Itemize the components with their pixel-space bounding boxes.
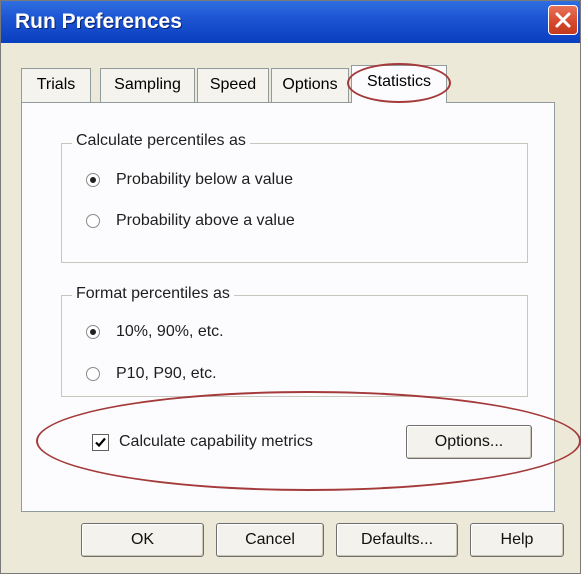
p-format-radio[interactable] xyxy=(86,367,100,381)
tab-statistics[interactable]: Statistics xyxy=(351,65,447,103)
probability-below-radio[interactable] xyxy=(86,173,100,187)
tab-sampling[interactable]: Sampling xyxy=(100,68,195,102)
tab-speed[interactable]: Speed xyxy=(197,68,269,102)
p-format-label[interactable]: P10, P90, etc. xyxy=(116,365,217,383)
checkmark-icon xyxy=(95,437,106,448)
percent-format-label[interactable]: 10%, 90%, etc. xyxy=(116,323,224,341)
probability-above-radio[interactable] xyxy=(86,214,100,228)
capability-options-button[interactable]: Options... xyxy=(406,425,532,459)
ok-button[interactable]: OK xyxy=(81,523,204,557)
close-icon xyxy=(555,12,571,28)
capability-metrics-checkbox[interactable] xyxy=(92,434,109,451)
close-button[interactable] xyxy=(548,5,578,35)
window-title: Run Preferences xyxy=(15,10,182,33)
capability-metrics-label[interactable]: Calculate capability metrics xyxy=(119,433,313,451)
calculate-percentiles-label: Calculate percentiles as xyxy=(72,132,250,150)
probability-below-label[interactable]: Probability below a value xyxy=(116,171,293,189)
tab-options[interactable]: Options xyxy=(271,68,349,102)
tab-trials[interactable]: Trials xyxy=(21,68,91,102)
title-bar[interactable]: Run Preferences xyxy=(1,1,580,43)
format-percentiles-label: Format percentiles as xyxy=(72,285,234,303)
calculate-percentiles-group xyxy=(61,143,528,263)
help-button[interactable]: Help xyxy=(470,523,564,557)
cancel-button[interactable]: Cancel xyxy=(216,523,324,557)
percent-format-radio[interactable] xyxy=(86,325,100,339)
run-preferences-dialog: Run Preferences Trials Sampling Speed Op… xyxy=(0,0,581,574)
probability-above-label[interactable]: Probability above a value xyxy=(116,212,295,230)
defaults-button[interactable]: Defaults... xyxy=(336,523,458,557)
